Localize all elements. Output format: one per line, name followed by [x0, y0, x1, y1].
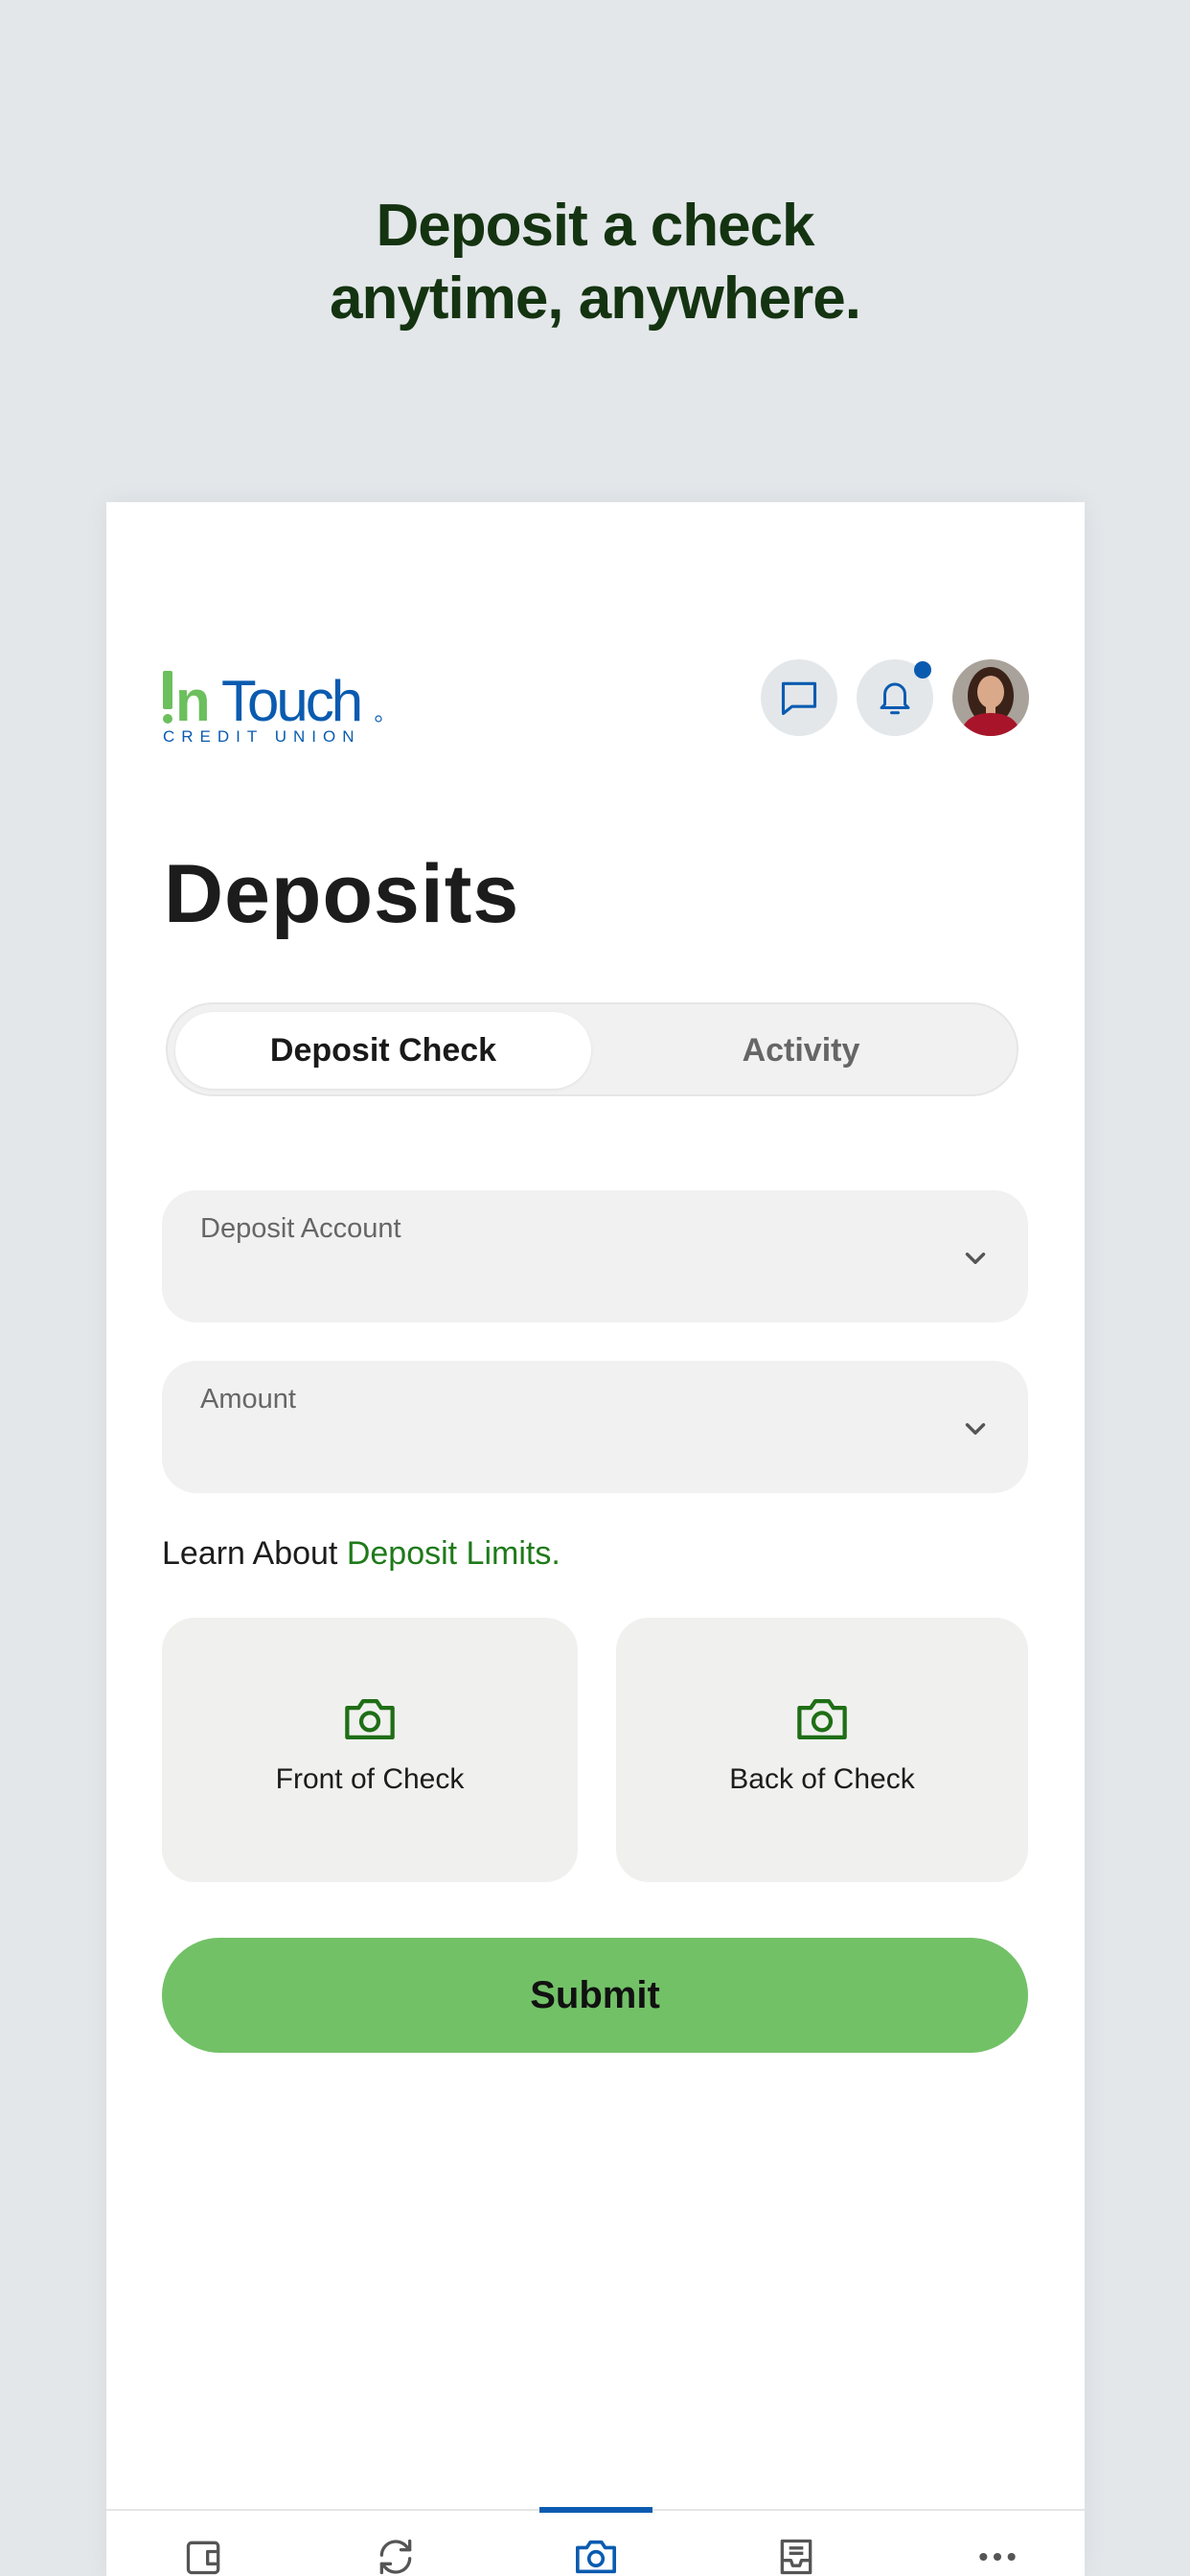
transfer-icon	[379, 2539, 412, 2575]
page-title: Deposits	[164, 848, 520, 940]
chevron-down-icon	[959, 1413, 992, 1450]
app-header: n Touch CREDIT UNION	[106, 659, 1085, 746]
nav-inbox[interactable]	[767, 2536, 825, 2576]
tab-deposit-check[interactable]: Deposit Check	[175, 1012, 591, 1089]
chat-icon	[781, 681, 817, 716]
chat-button[interactable]	[761, 659, 837, 736]
tab-activity[interactable]: Activity	[593, 1012, 1009, 1089]
notifications-button[interactable]	[857, 659, 933, 736]
bell-icon	[880, 682, 910, 715]
front-of-check-button[interactable]: Front of Check	[162, 1618, 578, 1882]
back-of-check-button[interactable]: Back of Check	[616, 1618, 1028, 1882]
camera-icon	[576, 2540, 616, 2574]
learn-about-text: Learn About Deposit Limits.	[162, 1535, 561, 1573]
segmented-control: Deposit Check Activity	[166, 1002, 1018, 1096]
inbox-icon	[780, 2539, 812, 2575]
notification-badge	[914, 661, 931, 678]
nav-deposit[interactable]	[567, 2536, 625, 2576]
deposit-account-label: Deposit Account	[200, 1213, 401, 1244]
submit-button[interactable]: Submit	[162, 1938, 1028, 2053]
promo-headline: Deposit a check anytime, anywhere.	[0, 190, 1190, 335]
nav-wallet[interactable]	[175, 2536, 233, 2576]
phone-screen: n Touch CREDIT UNION Deposits Deposit Ch…	[106, 502, 1085, 2576]
deposit-limits-link[interactable]: Deposit Limits.	[347, 1535, 561, 1572]
svg-text:Touch: Touch	[221, 669, 360, 733]
amount-label: Amount	[200, 1384, 296, 1414]
amount-select[interactable]: Amount	[162, 1361, 1028, 1493]
nav-transfers[interactable]	[367, 2536, 424, 2576]
svg-text:CREDIT UNION: CREDIT UNION	[163, 727, 360, 744]
deposit-account-select[interactable]: Deposit Account	[162, 1190, 1028, 1322]
svg-text:n: n	[175, 669, 208, 733]
learn-prefix: Learn About	[162, 1535, 347, 1572]
header-actions	[761, 659, 1029, 736]
brand-logo: n Touch CREDIT UNION	[162, 667, 392, 746]
camera-icon	[797, 1698, 847, 1740]
front-of-check-label: Front of Check	[275, 1763, 465, 1795]
back-of-check-label: Back of Check	[729, 1763, 915, 1795]
bottom-nav	[106, 2507, 1085, 2576]
more-icon	[979, 2552, 1016, 2562]
chevron-down-icon	[959, 1242, 992, 1279]
avatar[interactable]	[952, 659, 1029, 736]
nav-more[interactable]	[969, 2536, 1026, 2576]
nav-active-indicator	[539, 2507, 652, 2513]
promo-headline-line2: anytime, anywhere.	[329, 265, 861, 332]
camera-icon	[345, 1698, 395, 1740]
wallet-icon	[186, 2541, 220, 2575]
promo-headline-line1: Deposit a check	[376, 193, 814, 259]
